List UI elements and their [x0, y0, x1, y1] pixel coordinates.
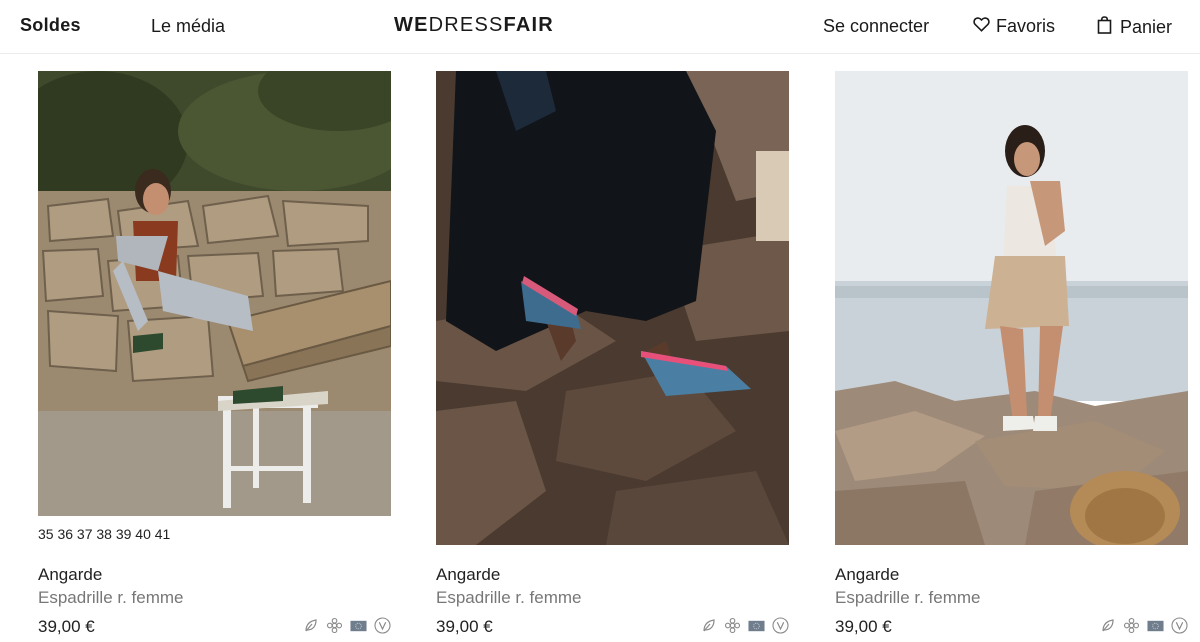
product-brand[interactable]: Angarde: [436, 565, 500, 585]
eco-badges: [700, 617, 789, 634]
product-price: 39,00 €: [835, 617, 892, 636]
nav-media-link[interactable]: Le média: [151, 16, 225, 37]
flower-icon: [724, 617, 741, 634]
eco-badges: [1099, 617, 1188, 634]
product-photo[interactable]: [835, 71, 1188, 545]
flag-icon: [350, 617, 367, 634]
product-brand[interactable]: Angarde: [38, 565, 102, 585]
flower-icon: [1123, 617, 1140, 634]
product-card[interactable]: 35 36 37 38 39 40 41 Angarde Espadrille …: [38, 71, 391, 636]
site-logo[interactable]: WEDRESSFAIR: [394, 14, 554, 37]
product-photo[interactable]: [436, 71, 789, 545]
product-price: 39,00 €: [436, 617, 493, 636]
heart-icon: [973, 16, 990, 37]
product-brand[interactable]: Angarde: [835, 565, 899, 585]
available-sizes: 35 36 37 38 39 40 41: [38, 526, 171, 542]
product-type: Espadrille r. femme: [436, 588, 582, 607]
favorites-label: Favoris: [996, 16, 1056, 36]
product-type: Espadrille r. femme: [835, 588, 981, 607]
leaf-icon: [1099, 617, 1116, 634]
logo-part-fair: FAIR: [503, 14, 554, 36]
logo-part-dress: DRESS: [428, 14, 504, 36]
cart-label: Panier: [1120, 17, 1173, 37]
eco-badges: [302, 617, 391, 634]
leaf-icon: [302, 617, 319, 634]
product-photo[interactable]: [38, 71, 391, 516]
flower-icon: [326, 617, 343, 634]
product-card[interactable]: Angarde Espadrille r. femme 39,00 €: [436, 71, 789, 636]
leaf-icon: [700, 617, 717, 634]
logo-part-we: WE: [394, 14, 429, 36]
product-price: 39,00 €: [38, 617, 95, 636]
flag-icon: [1147, 617, 1164, 634]
shopping-bag-icon: [1097, 16, 1112, 39]
top-navigation: Soldes Le média WEDRESSFAIR Se connecter…: [0, 0, 1200, 54]
product-type: Espadrille r. femme: [38, 588, 184, 607]
nav-soldes-link[interactable]: Soldes: [20, 15, 81, 36]
vegan-icon: [772, 617, 789, 634]
vegan-icon: [1171, 617, 1188, 634]
flag-icon: [748, 617, 765, 634]
product-card[interactable]: Angarde Espadrille r. femme 39,00 €: [835, 71, 1188, 636]
login-link[interactable]: Se connecter: [823, 16, 929, 37]
cart-link[interactable]: Panier: [1097, 16, 1172, 39]
favorites-link[interactable]: Favoris: [973, 16, 1055, 37]
vegan-icon: [374, 617, 391, 634]
